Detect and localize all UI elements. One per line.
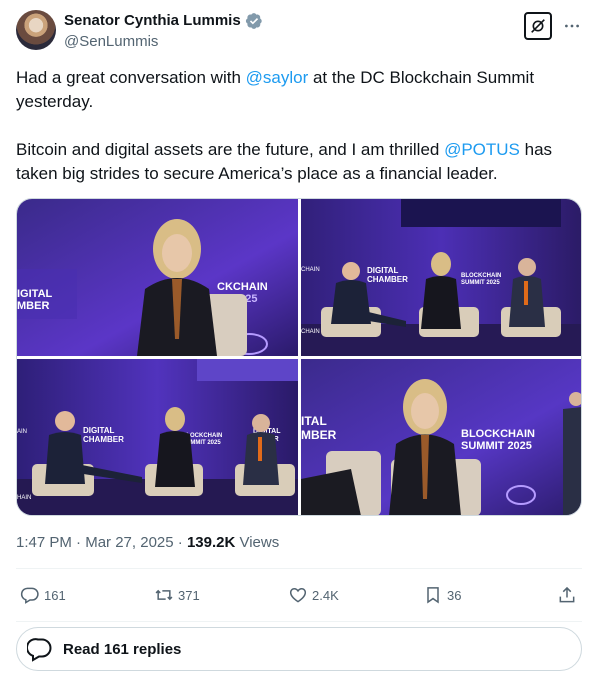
svg-text:SUMMIT 2025: SUMMIT 2025	[461, 280, 500, 286]
media-grid: IGITAL MBER CKCHAIN 2025 DIGITAL CHAMBER…	[16, 198, 582, 516]
svg-text:MBER: MBER	[301, 428, 337, 442]
author-display-name[interactable]: Senator Cynthia Lummis	[64, 11, 241, 31]
photo-1[interactable]: IGITAL MBER CKCHAIN 2025	[17, 199, 298, 356]
views-label: Views	[235, 534, 280, 551]
repost-icon	[155, 589, 173, 601]
reply-icon	[20, 587, 39, 604]
tweet-date[interactable]: Mar 27, 2025	[85, 534, 173, 551]
svg-text:BLOCKCHAIN: BLOCKCHAIN	[461, 428, 535, 440]
svg-text:CHAIN: CHAIN	[301, 267, 320, 273]
read-replies-label: Read 161 replies	[63, 640, 182, 658]
heart-icon	[289, 587, 307, 603]
share-button[interactable]	[557, 584, 577, 606]
divider	[16, 621, 582, 622]
reply-count: 161	[44, 587, 66, 603]
more-options-icon[interactable]	[560, 16, 584, 36]
photo-2[interactable]: DIGITAL CHAMBER BLOCKCHAIN SUMMIT 2025 C…	[301, 199, 581, 356]
views-count: 139.2K	[186, 534, 236, 551]
meta-separator: ·	[71, 534, 86, 551]
tweet-paragraph-2: Bitcoin and digital assets are the futur…	[16, 138, 582, 186]
reply-button[interactable]: 161	[20, 584, 66, 606]
share-icon	[559, 586, 575, 603]
tweet-header: Senator Cynthia Lummis @SenLummis	[16, 10, 582, 54]
mention-link-potus[interactable]: @POTUS	[444, 140, 520, 159]
action-bar: 161 371 2.4K 36	[16, 584, 582, 606]
svg-text:SUMMIT 2025: SUMMIT 2025	[461, 440, 532, 452]
svg-text:BLOCKCHAIN: BLOCKCHAIN	[461, 273, 501, 279]
photo-3[interactable]: DIGITAL CHAMBER BLOCKCHAIN SUMMIT 2025 D…	[17, 359, 298, 515]
svg-text:AIN: AIN	[17, 429, 27, 435]
svg-text:CHAMBER: CHAMBER	[83, 435, 124, 444]
speech-bubble-icon	[27, 638, 52, 662]
author-handle[interactable]: @SenLummis	[64, 32, 263, 52]
divider	[16, 568, 582, 569]
avatar[interactable]	[16, 10, 56, 50]
mention-link-saylor[interactable]: @saylor	[246, 68, 309, 87]
svg-text:CHAIN: CHAIN	[301, 329, 320, 335]
tweet-text: Had a great conversation with @saylor at…	[16, 66, 582, 186]
svg-text:DIGITAL: DIGITAL	[367, 266, 399, 275]
grok-icon[interactable]	[524, 12, 552, 40]
photo-4[interactable]: ITAL MBER BLOCKCHAIN SUMMIT 2025	[301, 359, 581, 515]
svg-text:HAIN: HAIN	[17, 495, 31, 501]
svg-text:CHAMBER: CHAMBER	[367, 275, 408, 284]
like-count: 2.4K	[312, 587, 339, 603]
svg-text:IGITAL: IGITAL	[17, 288, 53, 300]
tweet-text-segment: Bitcoin and digital assets are the futur…	[16, 140, 445, 159]
read-replies-button[interactable]: Read 161 replies	[16, 627, 582, 671]
repost-button[interactable]: 371	[154, 584, 200, 606]
meta-separator: ·	[173, 534, 187, 551]
like-button[interactable]: 2.4K	[288, 584, 339, 606]
verified-badge-icon[interactable]	[245, 12, 263, 30]
svg-text:ITAL: ITAL	[301, 414, 327, 428]
bookmark-count: 36	[447, 587, 462, 603]
svg-text:CKCHAIN: CKCHAIN	[217, 281, 268, 293]
tweet-meta: 1:47 PM · Mar 27, 2025 · 139.2K Views	[16, 533, 279, 553]
svg-text:MBER: MBER	[17, 300, 49, 312]
tweet-paragraph-1: Had a great conversation with @saylor at…	[16, 66, 582, 114]
bookmark-button[interactable]: 36	[423, 584, 461, 606]
tweet-text-segment: Had a great conversation with	[16, 68, 246, 87]
repost-count: 371	[178, 587, 200, 603]
svg-text:DIGITAL: DIGITAL	[83, 426, 115, 435]
bookmark-icon	[427, 587, 439, 604]
author-info: Senator Cynthia Lummis @SenLummis	[64, 11, 263, 52]
tweet-time[interactable]: 1:47 PM	[16, 534, 72, 551]
